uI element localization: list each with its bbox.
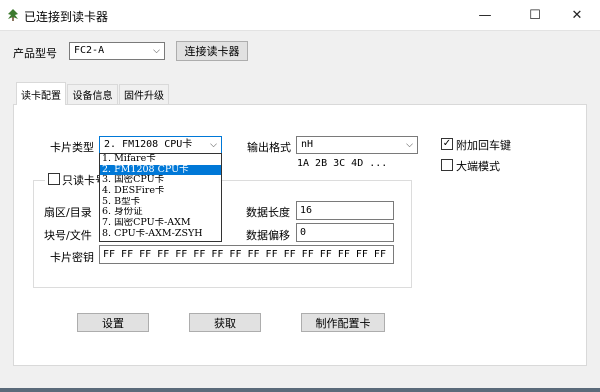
append-enter-checkbox[interactable]: ✓	[441, 138, 453, 150]
maximize-icon: ☐	[529, 7, 541, 23]
close-icon: ✕	[571, 7, 583, 23]
product-model-label: 产品型号	[13, 47, 57, 60]
window-title: 已连接到读卡器	[24, 10, 109, 24]
card-key-label: 卡片密钥	[50, 251, 94, 264]
card-type-label: 卡片类型	[50, 141, 94, 154]
dropdown-option[interactable]: 6. 身份证	[100, 207, 221, 218]
card-type-select[interactable]: 2. FM1208 CPU卡 ⌵	[99, 136, 222, 154]
block-label: 块号/文件	[44, 229, 92, 242]
product-model-select[interactable]: FC2-A ⌵	[69, 42, 165, 60]
tab-device-info[interactable]: 设备信息	[67, 84, 118, 104]
data-length-label: 数据长度	[246, 206, 290, 219]
checkmark-icon: ✓	[442, 138, 452, 149]
chevron-down-icon: ⌵	[210, 140, 217, 150]
sector-label: 扇区/目录	[44, 206, 92, 219]
dropdown-option[interactable]: 3. 国密CPU卡	[100, 175, 221, 186]
card-type-value: 2. FM1208 CPU卡	[104, 139, 193, 150]
card-type-dropdown[interactable]: 1. Mifare卡 2. FM1208 CPU卡 3. 国密CPU卡 4. D…	[99, 153, 222, 242]
product-model-value: FC2-A	[74, 45, 105, 56]
maximize-button[interactable]: ☐	[512, 0, 558, 30]
connect-reader-button[interactable]: 连接读卡器	[176, 41, 248, 61]
output-format-value: nH	[301, 139, 314, 150]
dropdown-option[interactable]: 4. DESFire卡	[100, 186, 221, 197]
read-only-uid-checkbox[interactable]	[48, 173, 60, 185]
chevron-down-icon: ⌵	[153, 46, 160, 56]
minimize-button[interactable]: —	[462, 0, 508, 30]
dropdown-option[interactable]: 8. CPU卡-AXM-ZSYH	[100, 229, 221, 240]
tab-read-config[interactable]: 读卡配置	[16, 82, 66, 105]
append-enter-label: 附加回车键	[456, 139, 511, 152]
minimize-icon: —	[478, 7, 492, 23]
make-config-card-button[interactable]: 制作配置卡	[301, 313, 385, 332]
data-length-input[interactable]: 16	[296, 201, 394, 220]
close-button[interactable]: ✕	[554, 0, 600, 30]
output-format-label: 输出格式	[247, 141, 291, 154]
output-example-text: 1A 2B 3C 4D ...	[297, 158, 388, 169]
big-endian-checkbox[interactable]	[441, 159, 453, 171]
window-bottom-edge	[0, 388, 600, 392]
set-button[interactable]: 设置	[77, 313, 149, 332]
dropdown-option-selected[interactable]: 2. FM1208 CPU卡	[100, 164, 221, 176]
chevron-down-icon: ⌵	[406, 140, 413, 150]
app-leaf-icon	[8, 9, 18, 21]
output-format-select[interactable]: nH ⌵	[296, 136, 418, 154]
dropdown-option[interactable]: 5. B型卡	[100, 197, 221, 208]
data-offset-input[interactable]: 0	[296, 223, 394, 242]
tab-firmware-upgrade[interactable]: 固件升级	[119, 84, 169, 104]
dropdown-option[interactable]: 7. 国密CPU卡-AXM	[100, 218, 221, 229]
card-key-input[interactable]: FF FF FF FF FF FF FF FF FF FF FF FF FF F…	[99, 245, 394, 264]
big-endian-label: 大端模式	[456, 160, 500, 173]
get-button[interactable]: 获取	[189, 313, 261, 332]
data-offset-label: 数据偏移	[246, 229, 290, 242]
title-bar[interactable]: 已连接到读卡器 — ☐ ✕	[0, 0, 600, 30]
dropdown-option[interactable]: 1. Mifare卡	[100, 154, 221, 165]
